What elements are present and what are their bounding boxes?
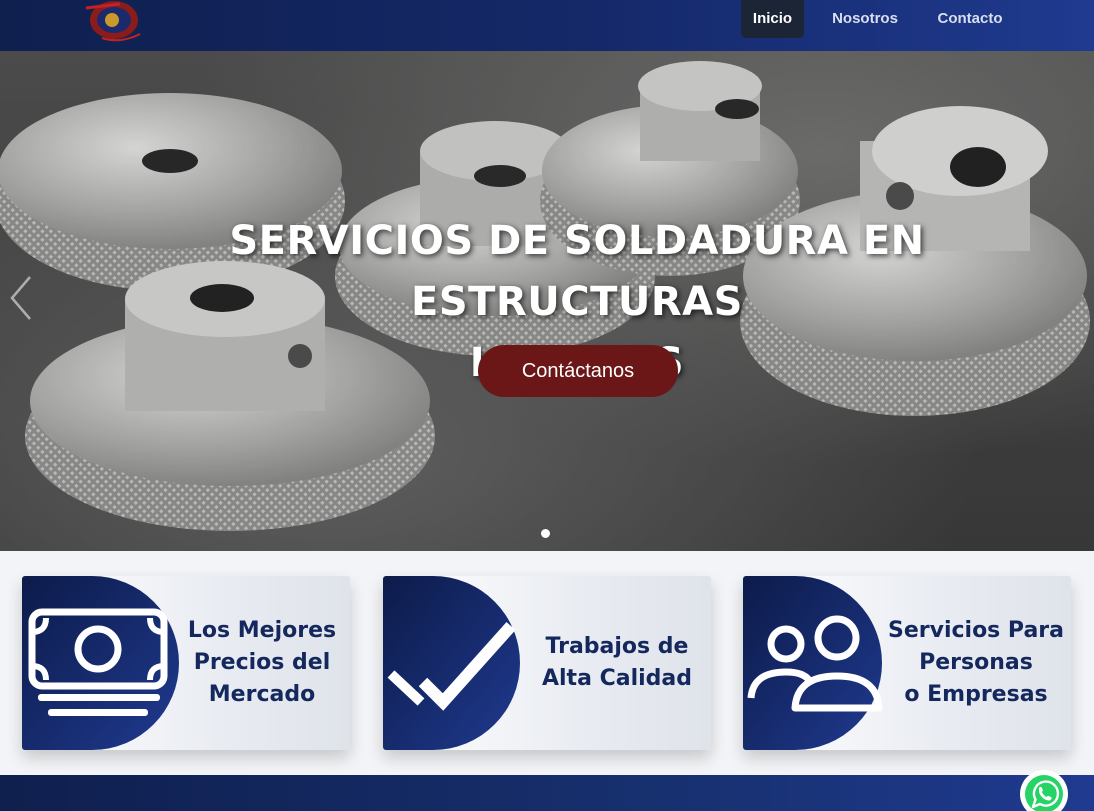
hero-title-line-1: SERVICIOS DE SOLDADURA EN ESTRUCTURAS (229, 218, 925, 325)
feature-prices-line-2: Precios del (193, 650, 331, 675)
feature-card-quality: Trabajos de Alta Calidad (383, 576, 711, 750)
nav-link-contacto[interactable]: Contacto (926, 0, 1014, 38)
contact-cta-button[interactable]: Contáctanos (478, 345, 678, 397)
feature-label-services: Servicios Para Personas o Empresas (886, 576, 1066, 750)
nav-link-inicio[interactable]: Inicio (741, 0, 804, 38)
feature-card-services: Servicios Para Personas o Empresas (743, 576, 1071, 750)
features-section: Los Mejores Precios del Mercado Trabajos… (0, 551, 1094, 775)
company-logo[interactable] (80, 0, 146, 44)
feature-card-prices: Los Mejores Precios del Mercado (22, 576, 350, 750)
feature-label-quality: Trabajos de Alta Calidad (531, 576, 703, 750)
feature-services-line-3: o Empresas (904, 682, 1048, 707)
users-icon (743, 576, 883, 750)
feature-services-line-2: Personas (919, 650, 1033, 675)
feature-prices-line-1: Los Mejores (187, 618, 337, 643)
feature-label-prices: Los Mejores Precios del Mercado (180, 576, 344, 750)
whatsapp-icon[interactable] (1020, 770, 1068, 811)
check-icon (383, 576, 520, 750)
hero-carousel: SERVICIOS DE SOLDADURA EN ESTRUCTURAS LI… (0, 51, 1094, 551)
feature-services-line-1: Servicios Para (887, 618, 1065, 643)
carousel-indicator-dot[interactable] (541, 529, 550, 538)
carousel-prev-icon[interactable] (6, 273, 36, 323)
feature-prices-line-3: Mercado (208, 682, 316, 707)
money-icon (22, 576, 179, 750)
feature-quality-line-1: Trabajos de (545, 634, 689, 659)
nav-link-nosotros[interactable]: Nosotros (822, 0, 908, 38)
footer-strip (0, 775, 1094, 811)
feature-quality-line-2: Alta Calidad (541, 666, 692, 691)
top-navbar: Inicio Nosotros Contacto (0, 0, 1094, 51)
